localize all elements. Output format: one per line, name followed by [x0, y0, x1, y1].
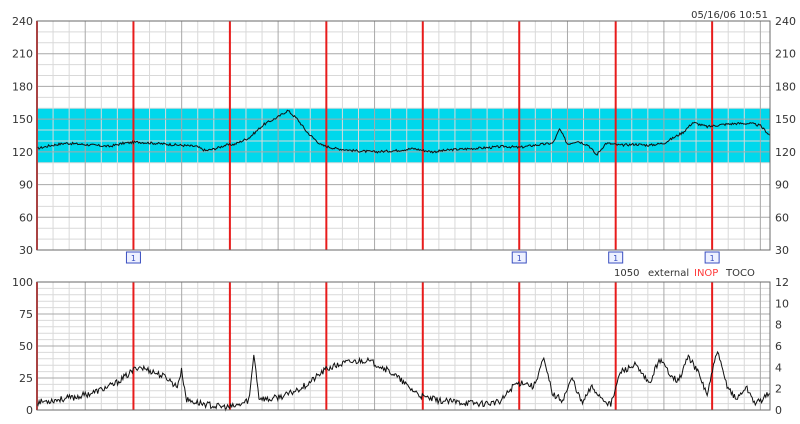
fhr-left-tick-label: 60: [19, 211, 33, 224]
fhr-left-tick-label: 30: [19, 244, 33, 257]
fhr-right-tick-label: 180: [775, 80, 796, 93]
toco-left-tick-label: 0: [26, 404, 33, 417]
fhr-left-tick-label: 120: [12, 146, 33, 159]
toco-right-axis: 12 10 8 6 4 2 0: [775, 276, 789, 417]
fhr-right-tick-label: 90: [775, 179, 789, 192]
toco-right-tick-label: 10: [775, 297, 789, 310]
toco-trace-layer: [36, 350, 771, 412]
toco-left-axis: 100 75 50 25 0: [12, 276, 33, 417]
toco-left-tick-label: 25: [19, 372, 33, 385]
toco-right-tick-label: 8: [775, 319, 782, 332]
fhr-left-tick-label: 240: [12, 15, 33, 28]
fhr-right-tick-label: 30: [775, 244, 789, 257]
status-channel: TOCO: [725, 268, 755, 279]
ctg-chart-area: 240210180150120906030 240210180150120906…: [12, 10, 796, 417]
fhr-right-tick-label: 60: [775, 211, 789, 224]
fhr-right-tick-label: 120: [775, 146, 796, 159]
event-marker-label: 1: [131, 254, 136, 263]
toco-trace: [36, 350, 771, 412]
timestamp: 05/16/06 10:51: [691, 10, 768, 21]
event-markers: 1 1 1 1: [125, 251, 720, 264]
toco-right-tick-label: 0: [775, 404, 782, 417]
fhr-right-tick-label: 150: [775, 113, 796, 126]
event-marker-label: 1: [613, 254, 618, 263]
fhr-left-tick-label: 210: [12, 48, 33, 61]
fhr-normal-band-rect: [37, 108, 770, 163]
toco-left-tick-label: 100: [12, 276, 33, 289]
fhr-left-tick-label: 180: [12, 80, 33, 93]
toco-panel: 100 75 50 25 0 12 10 8 6 4 2 0: [12, 276, 789, 417]
fhr-panel: 240 210 180 150 120 90 60 30 240 210 180 150 120 90 6…: [12, 15, 796, 257]
event-marker-label: 1: [710, 254, 715, 263]
fhr-left-tick-label: 90: [19, 179, 33, 192]
toco-left-tick-label: 75: [19, 308, 33, 321]
fhr-left-axis: 240 210 180 150 120 90 60 30: [12, 15, 33, 257]
fhr-left-tick-label: 150: [12, 113, 33, 126]
toco-right-tick-label: 2: [775, 383, 782, 396]
status-inop: INOP: [694, 268, 718, 279]
toco-right-tick-label: 12: [775, 276, 789, 289]
toco-right-tick-label: 4: [775, 361, 782, 374]
fhr-normal-band: [37, 108, 770, 163]
status-code: 1050: [614, 268, 639, 279]
event-marker-label: 1: [517, 254, 522, 263]
toco-right-tick-label: 6: [775, 340, 782, 353]
status-mode: external: [648, 268, 689, 279]
toco-left-tick-label: 50: [19, 340, 33, 353]
fhr-right-tick-label: 210: [775, 48, 796, 61]
fhr-right-axis: 240 210 180 150 120 90 60 30: [775, 15, 796, 257]
fhr-right-tick-label: 240: [775, 15, 796, 28]
